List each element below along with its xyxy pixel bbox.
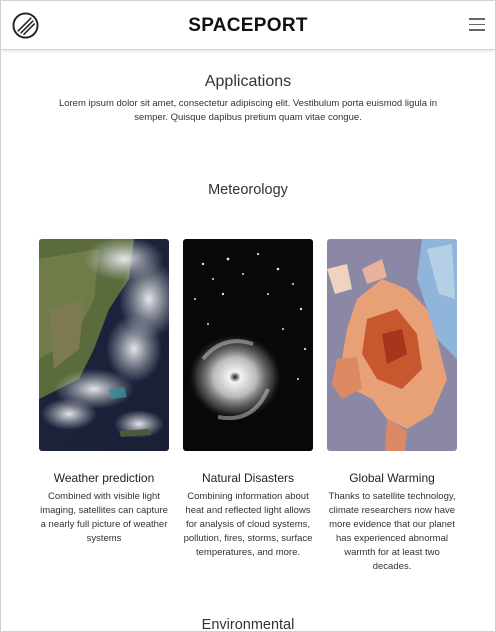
hurricane-night-image bbox=[183, 239, 313, 451]
page-frame: SPACEPORT Applications Lorem ipsum dolor… bbox=[0, 0, 496, 632]
applications-heading: Applications bbox=[204, 73, 292, 90]
meteorology-heading: Meteorology bbox=[208, 182, 288, 198]
card-description: Combined with visible light imaging, sat… bbox=[40, 491, 168, 544]
brand-title[interactable]: SPACEPORT bbox=[1, 15, 495, 37]
europe-temperature-map-image bbox=[327, 239, 457, 451]
hamburger-menu-icon[interactable] bbox=[469, 18, 485, 32]
card-title: Global Warming bbox=[349, 471, 435, 485]
environmental-heading: Environmental bbox=[201, 617, 295, 632]
satellite-earth-clouds-image bbox=[39, 239, 169, 451]
applications-description: Lorem ipsum dolor sit amet, consectetur … bbox=[58, 98, 438, 123]
navbar: SPACEPORT bbox=[1, 1, 495, 50]
card-title: Natural Disasters bbox=[201, 471, 295, 485]
card-natural-disasters: Natural Disasters Combining information … bbox=[183, 239, 313, 558]
card-description: Thanks to satellite technology, climate … bbox=[328, 491, 456, 572]
card-weather-prediction: Weather prediction Combined with visible… bbox=[39, 239, 169, 544]
card-global-warming: Global Warming Thanks to satellite techn… bbox=[327, 239, 457, 572]
card-title: Weather prediction bbox=[53, 471, 155, 485]
card-description: Combining information about heat and ref… bbox=[183, 491, 313, 558]
